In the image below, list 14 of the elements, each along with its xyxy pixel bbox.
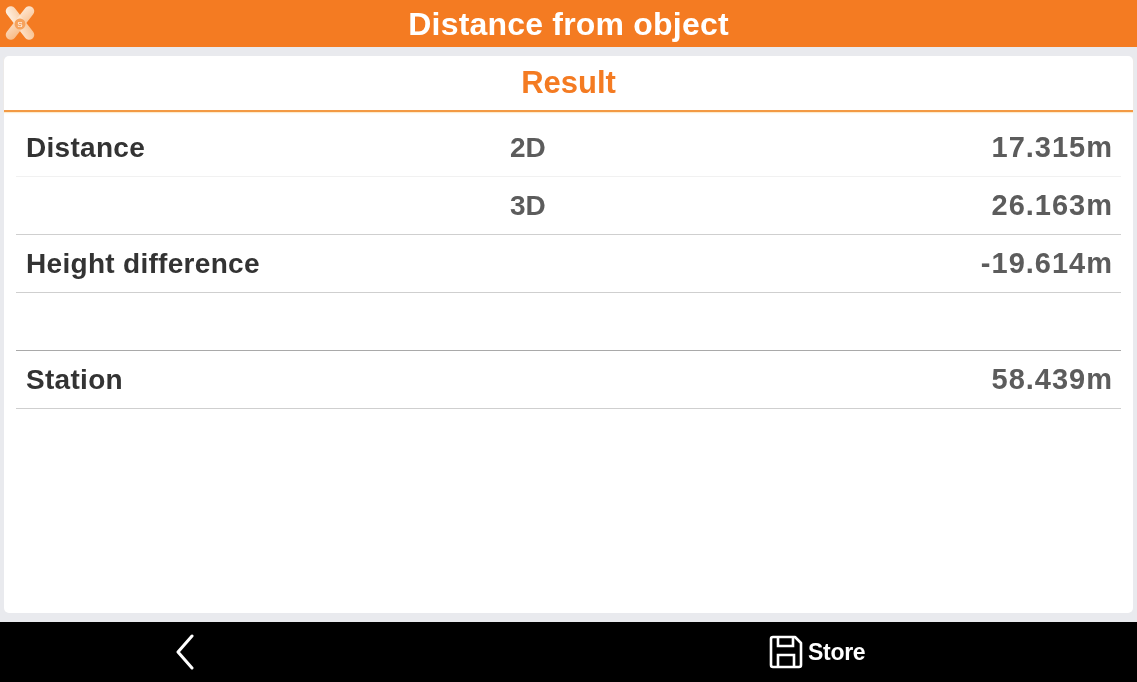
row-label: Distance [26, 131, 147, 164]
row-value: 26.163m [991, 189, 1113, 222]
row-sublabel: 2D [510, 131, 547, 164]
chevron-left-icon [175, 634, 195, 670]
row-value: 58.439m [991, 363, 1113, 396]
row-sublabel: 3D [510, 189, 547, 222]
logo-icon: S [3, 6, 37, 40]
row-label: Station [26, 363, 124, 396]
row-label: Height difference [26, 247, 261, 280]
window-title: Distance from object [408, 4, 729, 43]
row-value: -19.614m [980, 247, 1113, 280]
store-button[interactable]: Store [768, 630, 866, 674]
section-title: Result [521, 65, 616, 101]
row-value: 17.315m [991, 131, 1113, 164]
